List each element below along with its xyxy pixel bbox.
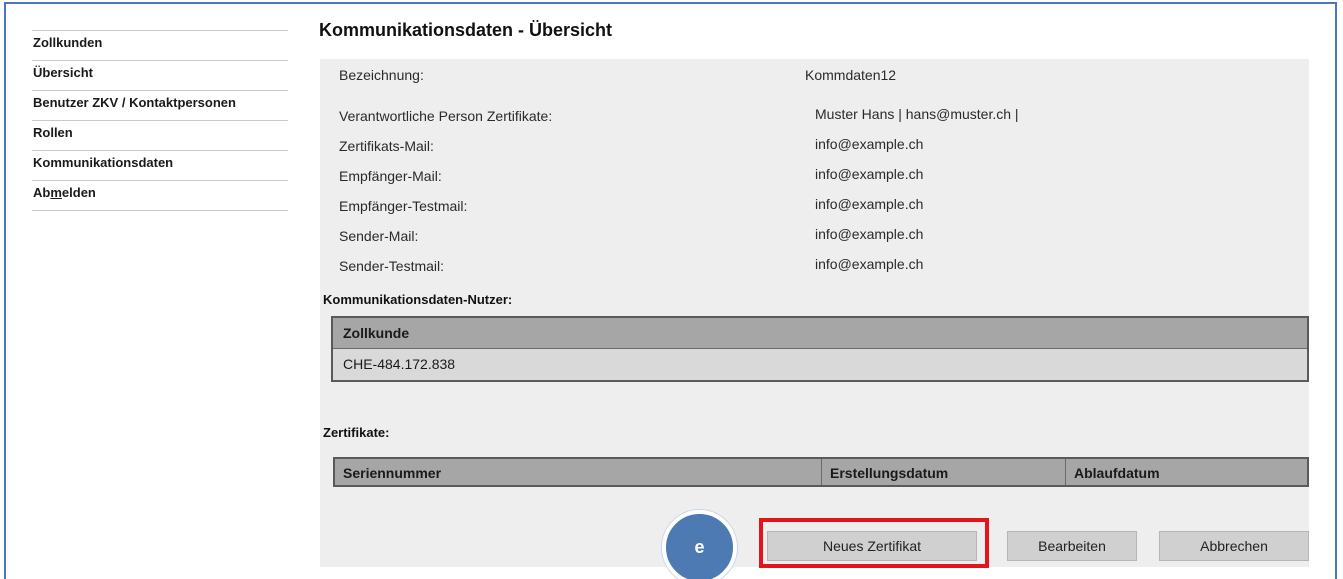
abmelden-label-end: elden: [61, 185, 96, 200]
sidebar-item-zollkunden[interactable]: Zollkunden: [32, 30, 288, 60]
detail-value-empfaenger-mail: info@example.ch: [815, 166, 924, 182]
column-header-seriennummer[interactable]: Seriennummer: [335, 459, 822, 485]
abmelden-label-accesskey: m: [50, 185, 62, 200]
certs-section-label: Zertifikate:: [323, 425, 390, 440]
sidebar-item-abmelden[interactable]: Abmelden: [32, 180, 288, 211]
detail-label-zertifikats-mail: Zertifikats-Mail:: [339, 138, 434, 154]
detail-label-sender-mail: Sender-Mail:: [339, 228, 419, 244]
column-header-ablaufdatum[interactable]: Ablaufdatum: [1066, 459, 1307, 485]
sidebar-item-rollen[interactable]: Rollen: [32, 120, 288, 150]
sidebar-item-benutzer[interactable]: Benutzer ZKV / Kontaktpersonen: [32, 90, 288, 120]
step-marker: e: [662, 510, 737, 579]
detail-label-empfaenger-testmail: Empfänger-Testmail:: [339, 198, 468, 214]
detail-label-empfaenger-mail: Empfänger-Mail:: [339, 168, 442, 184]
detail-value-empfaenger-testmail: info@example.ch: [815, 196, 924, 212]
users-table-header: Zollkunde: [333, 318, 1307, 349]
detail-label-bezeichnung: Bezeichnung:: [339, 67, 424, 83]
new-certificate-button[interactable]: Neues Zertifikat: [767, 531, 977, 561]
sidebar-nav: Zollkunden Übersicht Benutzer ZKV / Kont…: [32, 30, 288, 211]
detail-label-verantwortliche-person: Verantwortliche Person Zertifikate:: [339, 108, 553, 124]
users-table: Zollkunde CHE-484.172.838: [331, 316, 1309, 382]
column-header-erstellungsdatum[interactable]: Erstellungsdatum: [822, 459, 1066, 485]
edit-button[interactable]: Bearbeiten: [1007, 531, 1137, 561]
detail-value-bezeichnung: Kommdaten12: [805, 67, 897, 83]
detail-value-zertifikats-mail: info@example.ch: [815, 136, 924, 152]
detail-value-sender-mail: info@example.ch: [815, 226, 924, 242]
detail-value-verantwortliche-person: Muster Hans | hans@muster.ch |: [815, 106, 1019, 122]
detail-value-sender-testmail: info@example.ch: [815, 256, 924, 272]
sidebar-item-uebersicht[interactable]: Übersicht: [32, 60, 288, 90]
abmelden-label-start: Ab: [33, 185, 51, 200]
certs-table-header: Seriennummer Erstellungsdatum Ablaufdatu…: [333, 457, 1309, 487]
table-row[interactable]: CHE-484.172.838: [333, 349, 1307, 380]
detail-label-sender-testmail: Sender-Testmail:: [339, 258, 445, 274]
page-title: Kommunikationsdaten - Übersicht: [319, 20, 613, 40]
users-section-label: Kommunikationsdaten-Nutzer:: [323, 292, 513, 307]
sidebar-item-kommunikationsdaten[interactable]: Kommunikationsdaten: [32, 150, 288, 180]
cancel-button[interactable]: Abbrechen: [1159, 531, 1309, 561]
